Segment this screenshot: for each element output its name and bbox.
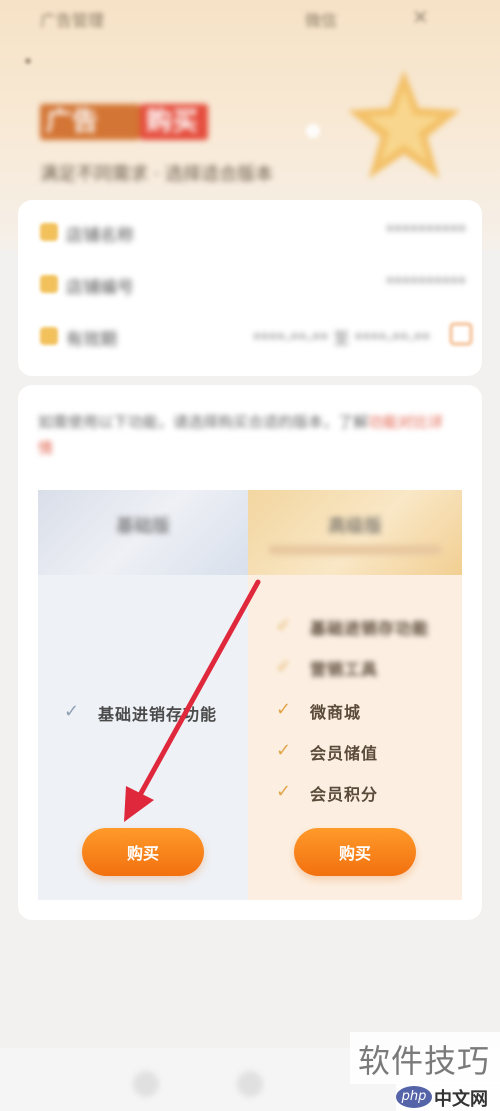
calendar-icon	[40, 327, 58, 345]
check-icon: ✓	[276, 615, 292, 636]
plan-basic-header: 基础版	[38, 490, 248, 575]
topbar-right-text: 微信	[305, 11, 338, 30]
top-bar: 广告管理 微信 ✕	[0, 0, 500, 38]
plan-advanced: 高级版 ✓ 基础进销存功能 ✓ 营销工具 ✓ 微商城 ✓ 会员储值 ✓ 会员积分…	[248, 490, 462, 900]
plan-notice: 如需使用以下功能，请选择购买合适的版本，了解功能对比详情	[38, 413, 444, 457]
close-icon[interactable]: ✕	[412, 5, 429, 29]
topbar-title: 广告管理	[40, 11, 105, 30]
sparkle-icon	[306, 124, 320, 138]
watermark-logo: php 中文网	[396, 1082, 500, 1111]
plan-card: 如需使用以下功能，请选择购买合适的版本，了解功能对比详情 基础版 ✓ 基础进销存…	[18, 385, 482, 920]
watermark-logo-text: 中文网	[434, 1089, 488, 1110]
back-icon[interactable]	[25, 58, 31, 64]
info-row-validity: 有效期 ****-**-** 至 ****-**-**	[36, 314, 472, 356]
hero-subtitle: 满足不同需求 · 选择适合版本	[40, 164, 274, 185]
id-icon	[40, 275, 58, 293]
plan-basic-title: 基础版	[116, 516, 170, 537]
nav-back-icon[interactable]	[133, 1071, 159, 1097]
nav-home-icon[interactable]	[237, 1071, 263, 1097]
check-icon: ✓	[276, 656, 292, 677]
copy-icon[interactable]	[450, 323, 472, 345]
plan-advanced-header: 高级版	[248, 490, 462, 575]
check-icon: ✓	[276, 740, 292, 761]
store-icon	[40, 223, 58, 241]
plan-basic: 基础版 ✓ 基础进销存功能 购买	[38, 490, 248, 900]
plan-advanced-title: 高级版	[328, 516, 382, 537]
php-logo: php	[396, 1086, 432, 1108]
advanced-buy-button[interactable]: 购买	[294, 828, 416, 876]
brand-title: 广告 购买	[40, 104, 208, 140]
store-info-card: 店铺名称 ********** 店铺编号 ********** 有效期 ****…	[18, 200, 482, 376]
star-icon	[347, 70, 461, 179]
watermark-site: 软件技巧	[350, 1032, 500, 1084]
check-icon: ✓	[276, 699, 292, 720]
info-row-store-name: 店铺名称 **********	[36, 210, 466, 252]
basic-buy-button[interactable]: 购买	[82, 828, 204, 876]
check-icon: ✓	[276, 781, 292, 802]
info-row-store-id: 店铺编号 **********	[36, 262, 466, 304]
check-icon: ✓	[64, 701, 80, 722]
plan-advanced-price	[268, 545, 442, 555]
